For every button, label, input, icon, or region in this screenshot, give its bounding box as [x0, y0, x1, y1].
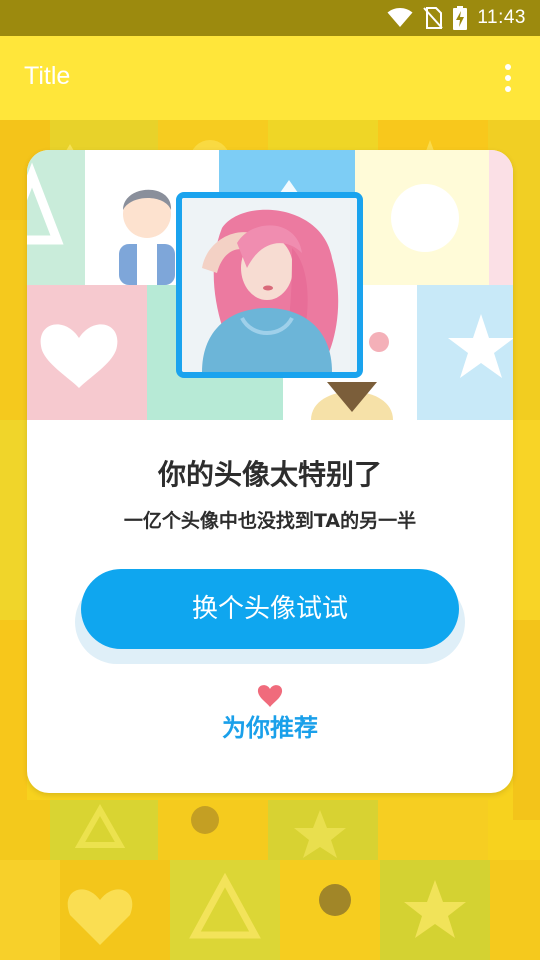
status-bar: 11:43 — [0, 0, 540, 36]
status-icons: 11:43 — [387, 6, 526, 30]
change-avatar-button[interactable]: 换个头像试试 — [81, 569, 459, 649]
avatar-photo[interactable] — [176, 192, 363, 378]
app-bar: Title — [0, 36, 540, 120]
battery-charging-icon — [453, 6, 468, 30]
status-time: 11:43 — [477, 7, 526, 28]
avatar-illustration — [182, 198, 357, 372]
card-subtitle: 一亿个头像中也没找到TA的另一半 — [123, 510, 417, 532]
recommend-link[interactable]: 为你推荐 — [27, 708, 513, 743]
result-card: 你的头像太特别了 一亿个头像中也没找到TA的另一半 换个头像试试 为你推荐 — [27, 150, 513, 793]
heart-icon — [257, 685, 283, 707]
card-header-illustration — [27, 150, 513, 420]
wifi-icon — [387, 8, 413, 27]
no-sim-icon — [423, 7, 444, 29]
card-title: 你的头像太特别了 — [157, 458, 382, 491]
more-vert-icon[interactable] — [502, 64, 514, 92]
app-title: Title — [24, 62, 71, 90]
